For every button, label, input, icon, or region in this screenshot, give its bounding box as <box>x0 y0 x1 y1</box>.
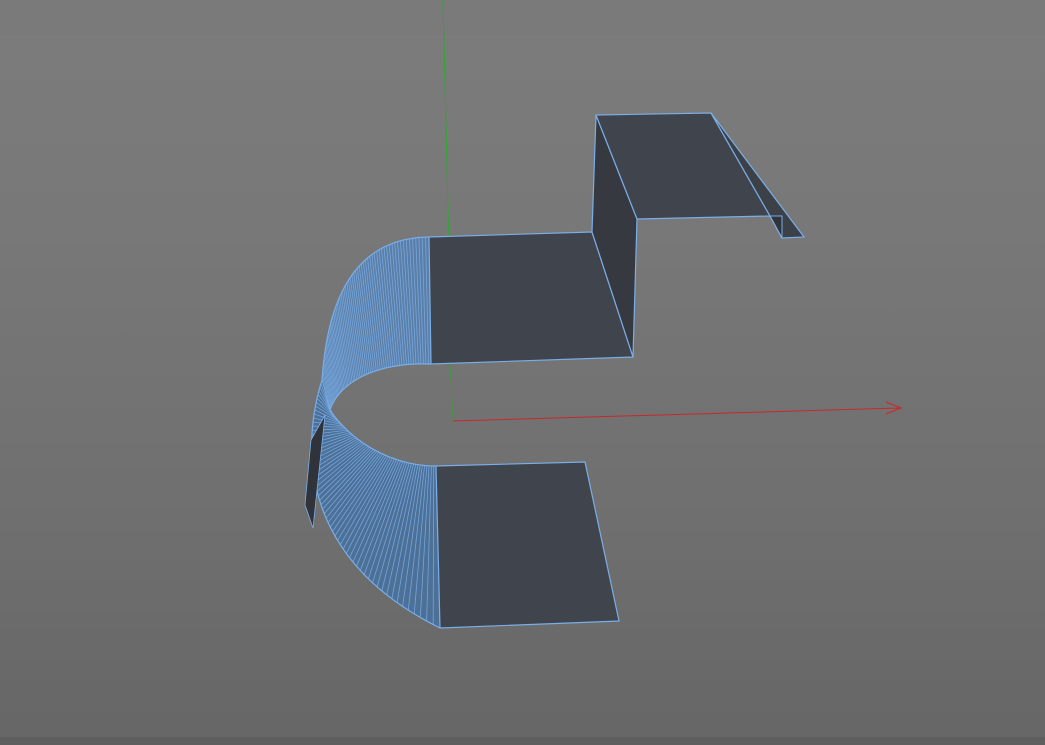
y-axis-lower <box>449 361 454 421</box>
scene-canvas[interactable] <box>0 0 1045 745</box>
bottom-flat-face[interactable] <box>435 461 620 629</box>
upper-bend-surface[interactable] <box>321 236 432 411</box>
3d-viewport[interactable] <box>0 0 1045 745</box>
lower-bend-surface[interactable] <box>304 379 441 629</box>
x-axis <box>452 407 901 422</box>
bend-segment-line <box>432 465 435 625</box>
bend-fill <box>311 380 440 628</box>
